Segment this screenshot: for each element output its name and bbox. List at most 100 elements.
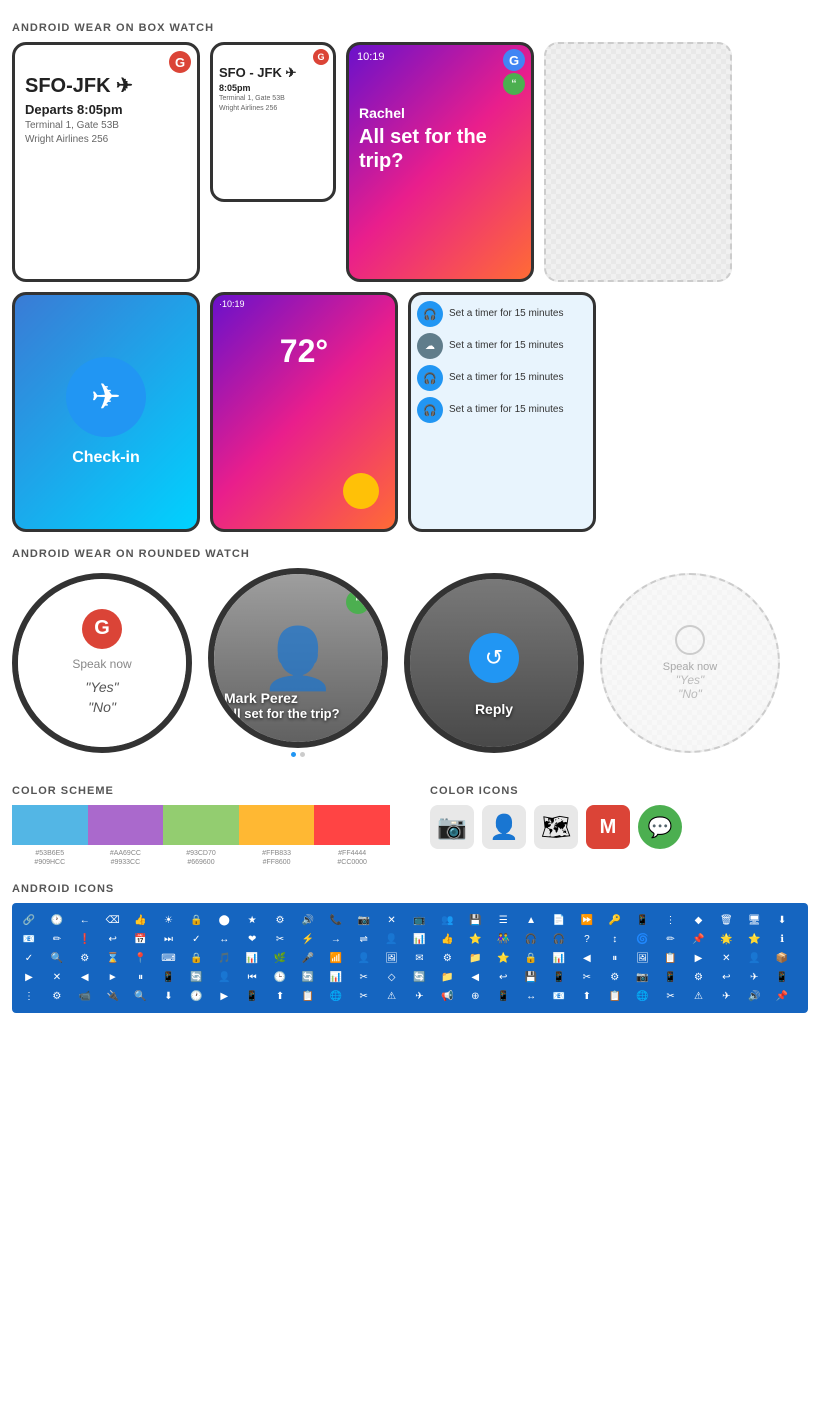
android-icon: 📊 <box>327 968 345 986</box>
ghost-no: "No" <box>678 687 702 701</box>
gmail-letter: M <box>600 816 617 839</box>
android-icon: 📱 <box>159 968 177 986</box>
android-icon: ⚙ <box>271 911 289 929</box>
android-icon: ⏮ <box>243 968 261 986</box>
swatch-blue <box>12 805 88 845</box>
android-icon: ⋮ <box>20 987 38 1005</box>
flight-terminal: Terminal 1, Gate 53BWright Airlines 256 <box>25 119 187 147</box>
weather-screen: ·10:19 72° <box>213 295 395 529</box>
android-icon: 🕒 <box>271 968 289 986</box>
android-icon: 🔄 <box>187 968 205 986</box>
plane-icon: ✈ <box>91 376 121 418</box>
android-icon: 🎤 <box>299 949 317 967</box>
android-icon: ↔ <box>215 930 233 948</box>
timer-device: 🎧 Set a timer for 15 minutes ☁ Set a tim… <box>408 292 596 532</box>
android-icon: 🔄 <box>299 968 317 986</box>
android-icon: ↔ <box>522 987 540 1005</box>
headphone-icon-4: 🎧 <box>417 397 443 423</box>
label-red-top: #FF4444 <box>314 849 390 858</box>
android-icon: 📶 <box>327 949 345 967</box>
android-icon: ⏭ <box>159 930 177 948</box>
android-icon: ⚙ <box>689 968 707 986</box>
color-sections: COLOR SCHEME #53B6E5 #AA69CC #93CD70 #FF… <box>12 773 808 867</box>
android-icon: ◀ <box>578 949 596 967</box>
voice-yes: "Yes" <box>85 679 118 695</box>
android-icon: 📌 <box>773 987 791 1005</box>
timer-screen: 🎧 Set a timer for 15 minutes ☁ Set a tim… <box>411 295 593 529</box>
color-icons-section: COLOR ICONS 📷 👤 🗺 M 💬 <box>430 773 808 867</box>
android-icon: ⚙ <box>606 968 624 986</box>
android-icon: ✏ <box>662 930 680 948</box>
android-icon: ⏩ <box>578 911 596 929</box>
checkin-label: Check-in <box>72 449 140 467</box>
android-icon: 📊 <box>550 949 568 967</box>
android-icon: ☰ <box>494 911 512 929</box>
android-icon: 🔊 <box>299 911 317 929</box>
color-icons-title: COLOR ICONS <box>430 785 808 797</box>
weather-temp: 72° <box>221 333 387 370</box>
timer-item-3: 🎧 Set a timer for 15 minutes <box>417 365 587 391</box>
android-icon: 🖼 <box>383 949 401 967</box>
reply-button[interactable]: ↺ <box>469 633 519 683</box>
android-icon: ✂ <box>271 930 289 948</box>
android-icon: 🔍 <box>132 987 150 1005</box>
box-watch-title: ANDROID WEAR ON BOX WATCH <box>12 22 808 34</box>
android-icon: ⭐ <box>494 949 512 967</box>
android-icon: ☀ <box>159 911 177 929</box>
android-icon: ⇌ <box>355 930 373 948</box>
flight-device-medium: G SFO - JFK ✈ 8:05pm Terminal 1, Gate 53… <box>210 42 336 202</box>
label-blue-bot: #909HCC <box>12 858 88 867</box>
android-icon: ⚙ <box>76 949 94 967</box>
android-icon: ⭐ <box>745 930 763 948</box>
timer-text-1: Set a timer for 15 minutes <box>449 308 564 320</box>
android-icon: ✂ <box>355 968 373 986</box>
android-icon: ⬆ <box>578 987 596 1005</box>
android-icon: ⬆ <box>271 987 289 1005</box>
android-icon: ◇ <box>383 968 401 986</box>
timer-text-2: Set a timer for 15 minutes <box>449 340 564 352</box>
android-icon: 📞 <box>327 911 345 929</box>
android-icon: ↕ <box>606 930 624 948</box>
android-icon: ↩ <box>717 968 735 986</box>
android-icon: ⊕ <box>466 987 484 1005</box>
cloud-icon: ☁ <box>417 333 443 359</box>
flight-device-large: G SFO-JFK ✈ Departs 8:05pm Terminal 1, G… <box>12 42 200 282</box>
android-icon: ✂ <box>578 968 596 986</box>
android-icon: 📦 <box>773 949 791 967</box>
android-icon: 📌 <box>689 930 707 948</box>
android-icon: 🕐 <box>187 987 205 1005</box>
weather-device: ·10:19 72° <box>210 292 398 532</box>
android-icon: ⚡ <box>299 930 317 948</box>
android-icon: 🔊 <box>745 987 763 1005</box>
android-icon: 📅 <box>132 930 150 948</box>
flight-screen-large: G SFO-JFK ✈ Departs 8:05pm Terminal 1, G… <box>15 45 197 279</box>
android-icon: ℹ <box>773 930 791 948</box>
rounded-watch-section: ANDROID WEAR ON ROUNDED WATCH G Speak no… <box>12 548 808 757</box>
android-icon: ▶ <box>215 987 233 1005</box>
color-labels-bottom: #909HCC #9933CC #669600 #FF8600 #CC0000 <box>12 858 390 867</box>
android-icon: 📱 <box>494 987 512 1005</box>
weather-time: ·10:19 <box>219 299 245 309</box>
checkin-screen: ✈ Check-in <box>15 295 197 529</box>
color-scheme-section: COLOR SCHEME #53B6E5 #AA69CC #93CD70 #FF… <box>12 773 390 867</box>
android-icon: 📊 <box>410 930 428 948</box>
android-icon: ⋮ <box>662 911 680 929</box>
android-icon: ⌨ <box>159 949 177 967</box>
headphone-icon-1: 🎧 <box>417 301 443 327</box>
android-icon: 📷 <box>634 968 652 986</box>
android-icon: ⚠ <box>383 987 401 1005</box>
color-scheme-title: COLOR SCHEME <box>12 785 390 797</box>
android-icon: ▲ <box>522 911 540 929</box>
reply-screen: ↺ Reply <box>410 579 578 747</box>
android-icon: ✕ <box>383 911 401 929</box>
color-icons-grid: 📷 👤 🗺 M 💬 <box>430 805 808 849</box>
headphone-icon-3: 🎧 <box>417 365 443 391</box>
contact-quote-badge: “ <box>346 590 370 614</box>
swatch-green <box>163 805 239 845</box>
android-icon: 📢 <box>438 987 456 1005</box>
android-icon: ◀ <box>466 968 484 986</box>
android-icon: 👤 <box>383 930 401 948</box>
android-icons-section: ANDROID ICONS 🔗 🕐 ← ⌫ 👍 ☀ 🔒 ⬤ ★ ⚙ 🔊 📞 📷 … <box>12 883 808 1013</box>
android-icon: 📋 <box>299 987 317 1005</box>
android-icon: 🕐 <box>48 911 66 929</box>
